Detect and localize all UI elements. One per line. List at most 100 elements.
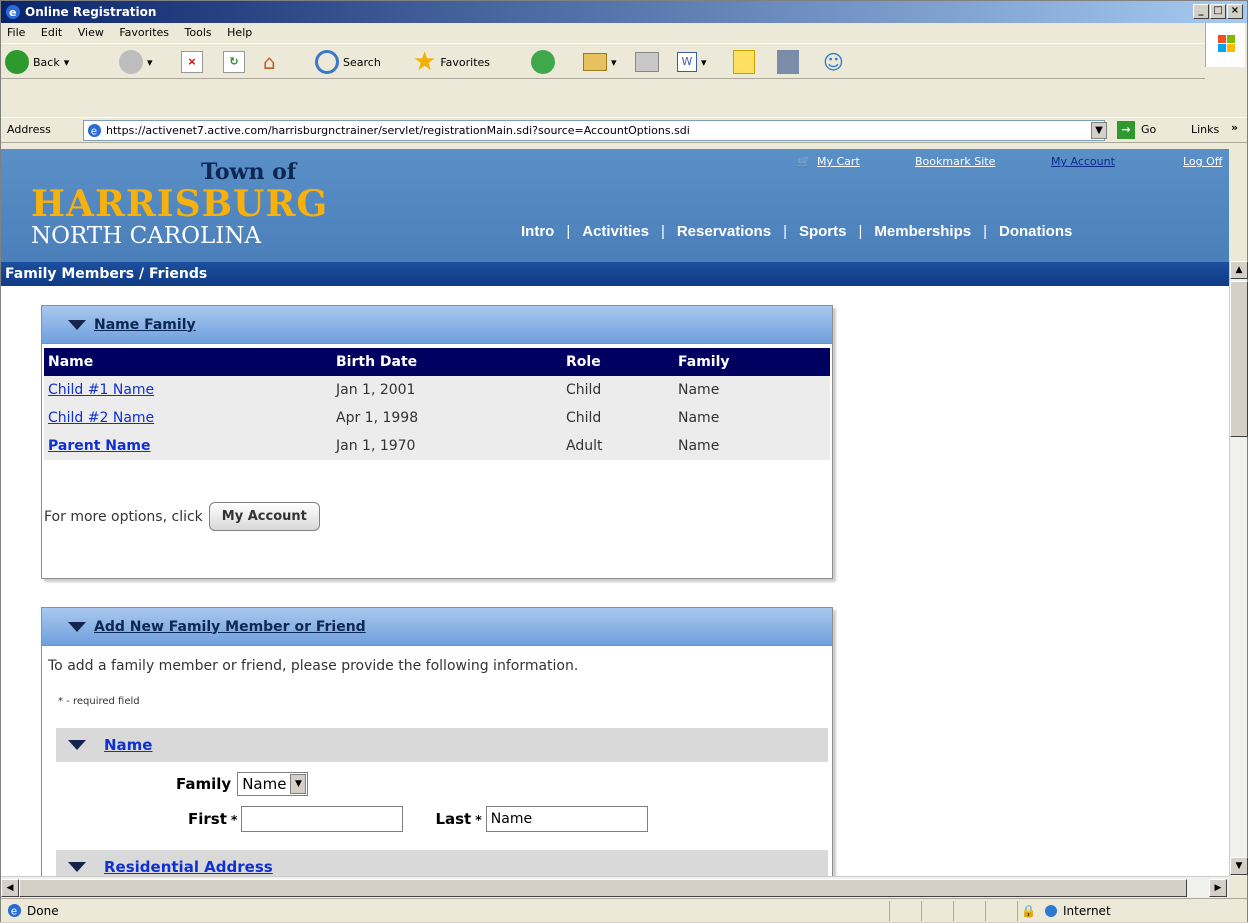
add-panel-header[interactable]: Add New Family Member or Friend (42, 608, 832, 646)
print-icon[interactable] (635, 52, 659, 72)
cart-icon[interactable]: 🛒 (797, 155, 811, 168)
address-bar: Address e https://activenet7.active.com/… (1, 117, 1247, 143)
svg-text:e: e (11, 905, 17, 917)
add-panel-title[interactable]: Add New Family Member or Friend (94, 619, 366, 635)
collapse-triangle-icon[interactable] (68, 740, 86, 750)
status-divider (1017, 901, 1018, 921)
status-text: Done (27, 904, 59, 918)
browser-window: e Online Registration _ □ × File Edit Vi… (0, 0, 1248, 922)
link-my-cart[interactable]: My Cart (817, 155, 860, 168)
hscroll-thumb[interactable] (19, 879, 1187, 897)
nav-activities[interactable]: Activities (582, 223, 649, 240)
vertical-scrollbar[interactable]: ▲ ▼ (1229, 261, 1248, 876)
logo-harrisburg: HARRISBURG (31, 183, 329, 225)
menu-view[interactable]: View (72, 23, 110, 43)
address-dropdown-icon[interactable]: ▼ (1091, 122, 1107, 139)
go-arrow-icon[interactable]: → (1117, 121, 1135, 139)
family-select-row: Family Name ▼ (176, 772, 309, 796)
role-cell: Child (562, 404, 674, 432)
select-arrow-icon[interactable]: ▼ (290, 774, 307, 794)
window-title: Online Registration (25, 5, 157, 19)
scroll-down-button[interactable]: ▼ (1230, 857, 1248, 875)
family-select[interactable]: Name ▼ (237, 772, 309, 796)
link-bookmark-site[interactable]: Bookmark Site (915, 155, 995, 168)
close-button[interactable]: × (1227, 4, 1243, 19)
menu-favorites[interactable]: Favorites (113, 23, 175, 43)
maximize-button[interactable]: □ (1210, 4, 1226, 19)
mail-dropdown-icon[interactable]: ▾ (611, 56, 617, 69)
scroll-right-button[interactable]: ▶ (1209, 879, 1227, 897)
scroll-up-button[interactable]: ▲ (1230, 261, 1248, 279)
table-row: Child #2 Name Apr 1, 1998 Child Name (44, 404, 830, 432)
menu-edit[interactable]: Edit (35, 23, 68, 43)
nav-sports[interactable]: Sports (799, 223, 847, 240)
scroll-left-button[interactable]: ◀ (1, 879, 19, 897)
collapse-triangle-icon[interactable] (68, 862, 86, 872)
first-label: First (188, 810, 227, 828)
forward-icon[interactable] (119, 50, 143, 74)
member-link[interactable]: Child #1 Name (48, 382, 154, 398)
word-icon[interactable]: W (677, 52, 697, 72)
nav-intro[interactable]: Intro (521, 223, 554, 240)
collapse-triangle-icon[interactable] (68, 319, 86, 330)
main-nav: Intro | Activities | Reservations | Spor… (521, 221, 1072, 241)
back-dropdown-icon[interactable]: ▾ (64, 56, 70, 69)
last-name-input[interactable]: Name (485, 806, 648, 832)
nav-reservations[interactable]: Reservations (677, 223, 771, 240)
back-icon[interactable] (5, 50, 29, 74)
page-content: Town of HARRISBURG NORTH CAROLINA 🛒 My C… (1, 149, 1229, 876)
research-icon[interactable] (777, 50, 799, 74)
links-button[interactable]: Links (1191, 123, 1219, 136)
nav-donations[interactable]: Donations (999, 223, 1072, 240)
go-button[interactable]: Go (1141, 123, 1156, 136)
refresh-icon[interactable]: ↻ (223, 51, 245, 73)
page-status-icon: e (7, 903, 22, 917)
menu-help[interactable]: Help (221, 23, 258, 43)
globe-icon (1045, 905, 1057, 917)
family-panel-title[interactable]: Name Family (94, 317, 196, 333)
stop-icon[interactable]: × (181, 51, 203, 73)
my-account-button[interactable]: My Account (208, 502, 320, 531)
member-link[interactable]: Parent Name (48, 438, 151, 454)
link-my-account[interactable]: My Account (1051, 155, 1115, 168)
messenger-icon[interactable]: ☺ (823, 50, 849, 74)
link-log-off[interactable]: Log Off (1183, 155, 1222, 168)
name-fields-row: First * Last * Name (188, 806, 648, 832)
minimize-button[interactable]: _ (1193, 4, 1209, 19)
favorites-button[interactable]: Favorites (440, 56, 490, 69)
role-cell: Child (562, 376, 674, 404)
status-divider (921, 901, 922, 921)
back-button[interactable]: Back (33, 56, 60, 69)
required-asterisk: * (475, 811, 482, 827)
mail-icon[interactable] (583, 53, 607, 71)
name-section-header[interactable]: Name (56, 728, 828, 762)
links-expand-icon[interactable]: » (1231, 121, 1238, 134)
edit-dropdown-icon[interactable]: ▾ (701, 56, 707, 69)
address-input[interactable]: e https://activenet7.active.com/harrisbu… (83, 120, 1105, 141)
address-section-header[interactable]: Residential Address (56, 850, 828, 876)
address-section-title[interactable]: Residential Address (104, 858, 273, 876)
first-name-input[interactable] (241, 806, 404, 832)
site-banner: Town of HARRISBURG NORTH CAROLINA 🛒 My C… (1, 149, 1229, 262)
add-instructions: To add a family member or friend, please… (48, 658, 579, 674)
name-section-title[interactable]: Name (104, 736, 152, 754)
horizontal-scrollbar[interactable]: ◀ ▶ (1, 876, 1229, 898)
nav-memberships[interactable]: Memberships (874, 223, 971, 240)
standard-toolbar: Back ▾ ▾ × ↻ ⌂ Search ★ Favorites ▾ W ▾ ☺ (1, 43, 1205, 79)
favorites-star-icon[interactable]: ★ (413, 49, 436, 75)
column-header-name: Name (44, 348, 332, 376)
search-icon[interactable] (315, 50, 339, 74)
family-cell: Name (674, 376, 830, 404)
history-icon[interactable] (531, 50, 555, 74)
discuss-icon[interactable] (733, 50, 755, 74)
forward-dropdown-icon[interactable]: ▾ (147, 56, 153, 69)
search-button[interactable]: Search (343, 56, 381, 69)
family-panel-header[interactable]: Name Family (42, 306, 832, 344)
collapse-triangle-icon[interactable] (68, 621, 86, 632)
status-bar: e Done 🔒 Internet (1, 898, 1247, 922)
home-icon[interactable]: ⌂ (263, 51, 287, 73)
menu-tools[interactable]: Tools (179, 23, 218, 43)
menu-file[interactable]: File (1, 23, 31, 43)
scroll-thumb[interactable] (1230, 281, 1248, 437)
member-link[interactable]: Child #2 Name (48, 410, 154, 426)
